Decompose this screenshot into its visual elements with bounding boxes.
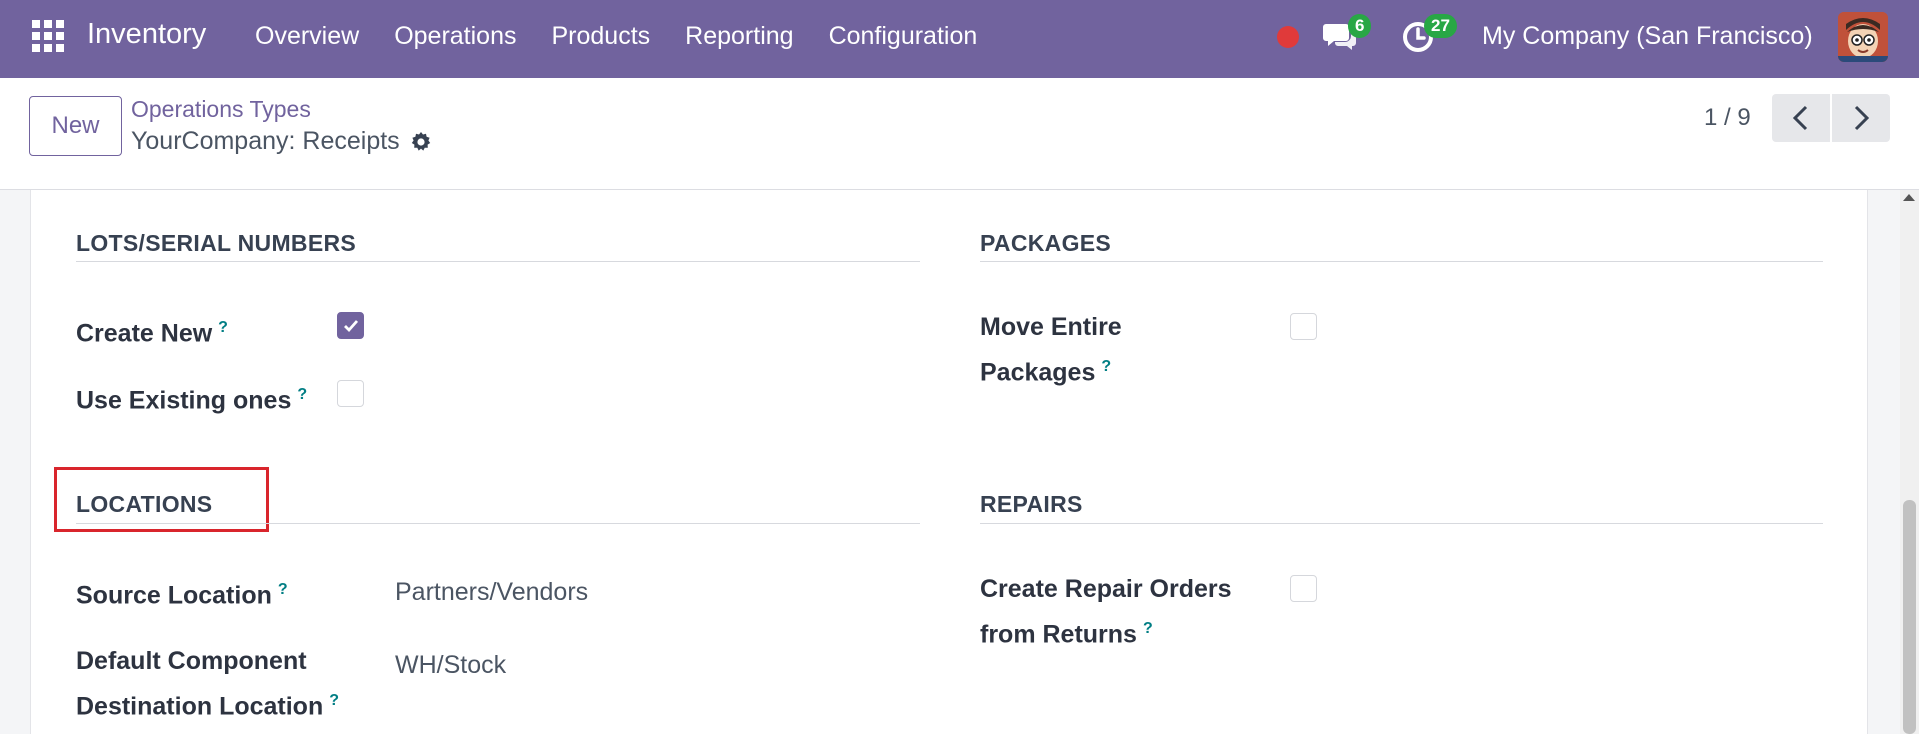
menu-operations[interactable]: Operations <box>394 22 516 51</box>
help-tooltip-icon[interactable]: ? <box>278 581 288 598</box>
activities-count-badge: 27 <box>1424 14 1457 38</box>
scroll-up-arrow-icon[interactable] <box>1903 194 1915 201</box>
section-divider <box>980 261 1823 262</box>
menu-overview[interactable]: Overview <box>255 22 359 51</box>
pager-value: 1 / 9 <box>1704 104 1751 131</box>
move-entire-packages-checkbox[interactable] <box>1290 313 1317 340</box>
chevron-left-icon <box>1792 105 1808 131</box>
menu-reporting[interactable]: Reporting <box>685 22 793 51</box>
destination-label-line2: Destination Location <box>76 692 324 721</box>
help-tooltip-icon[interactable]: ? <box>218 319 228 336</box>
source-location-value[interactable]: Partners/Vendors <box>395 578 588 607</box>
app-name[interactable]: Inventory <box>87 18 206 51</box>
apps-grid-icon[interactable] <box>32 20 64 52</box>
use-existing-checkbox[interactable] <box>337 380 364 407</box>
create-repair-label-line1: Create Repair Orders <box>980 575 1232 603</box>
help-tooltip-icon[interactable]: ? <box>329 692 339 709</box>
field-label-create-repair-orders: Create Repair Orders from Returns? <box>980 570 1232 654</box>
breadcrumb-current: YourCompany: Receipts <box>131 127 400 155</box>
field-label-create-new: Create New? <box>76 308 228 353</box>
move-entire-label-line1: Move Entire <box>980 313 1122 341</box>
field-label-use-existing: Use Existing ones? <box>76 375 307 420</box>
pager-next-button[interactable] <box>1832 94 1890 142</box>
user-avatar[interactable] <box>1838 12 1888 62</box>
source-location-label: Source Location <box>76 581 272 610</box>
checkmark-icon <box>343 319 358 332</box>
field-label-move-entire-packages: Move Entire Packages? <box>980 308 1122 392</box>
control-panel: New Operations Types YourCompany: Receip… <box>0 78 1919 190</box>
section-title-locations: LOCATIONS <box>76 491 213 517</box>
avatar-face-icon <box>1838 12 1888 62</box>
create-new-label: Create New <box>76 319 213 348</box>
create-repair-label-line2: from Returns <box>980 620 1137 649</box>
create-repair-orders-checkbox[interactable] <box>1290 575 1317 602</box>
section-divider <box>76 261 920 262</box>
section-divider <box>76 523 920 524</box>
new-button[interactable]: New <box>29 96 122 156</box>
top-navbar: Inventory Overview Operations Products R… <box>0 0 1919 78</box>
field-label-destination-location: Default Component Destination Location? <box>76 642 339 726</box>
create-new-checkbox[interactable] <box>337 312 364 339</box>
destination-label-line1: Default Component <box>76 647 307 675</box>
section-title-packages: PACKAGES <box>980 230 1112 256</box>
menu-configuration[interactable]: Configuration <box>829 22 978 51</box>
scrollbar-thumb[interactable] <box>1903 500 1916 734</box>
section-divider <box>980 523 1823 524</box>
use-existing-label: Use Existing ones <box>76 386 292 415</box>
help-tooltip-icon[interactable]: ? <box>297 386 307 403</box>
help-tooltip-icon[interactable]: ? <box>1101 358 1111 375</box>
move-entire-label-line2: Packages <box>980 358 1096 387</box>
company-switcher[interactable]: My Company (San Francisco) <box>1482 22 1813 51</box>
section-title-lots: LOTS/SERIAL NUMBERS <box>76 230 357 256</box>
field-label-source-location: Source Location? <box>76 570 288 615</box>
chevron-right-icon <box>1854 105 1870 131</box>
record-dot-icon[interactable] <box>1277 26 1299 48</box>
menu-products[interactable]: Products <box>551 22 650 51</box>
help-tooltip-icon[interactable]: ? <box>1143 620 1153 637</box>
breadcrumb-parent[interactable]: Operations Types <box>131 96 311 123</box>
section-title-repairs: REPAIRS <box>980 491 1083 517</box>
main-menu: Overview Operations Products Reporting C… <box>255 22 1012 51</box>
pager-previous-button[interactable] <box>1772 94 1830 142</box>
messages-count-badge: 6 <box>1348 14 1372 38</box>
destination-location-value[interactable]: WH/Stock <box>395 651 506 680</box>
gear-icon[interactable] <box>409 130 433 154</box>
